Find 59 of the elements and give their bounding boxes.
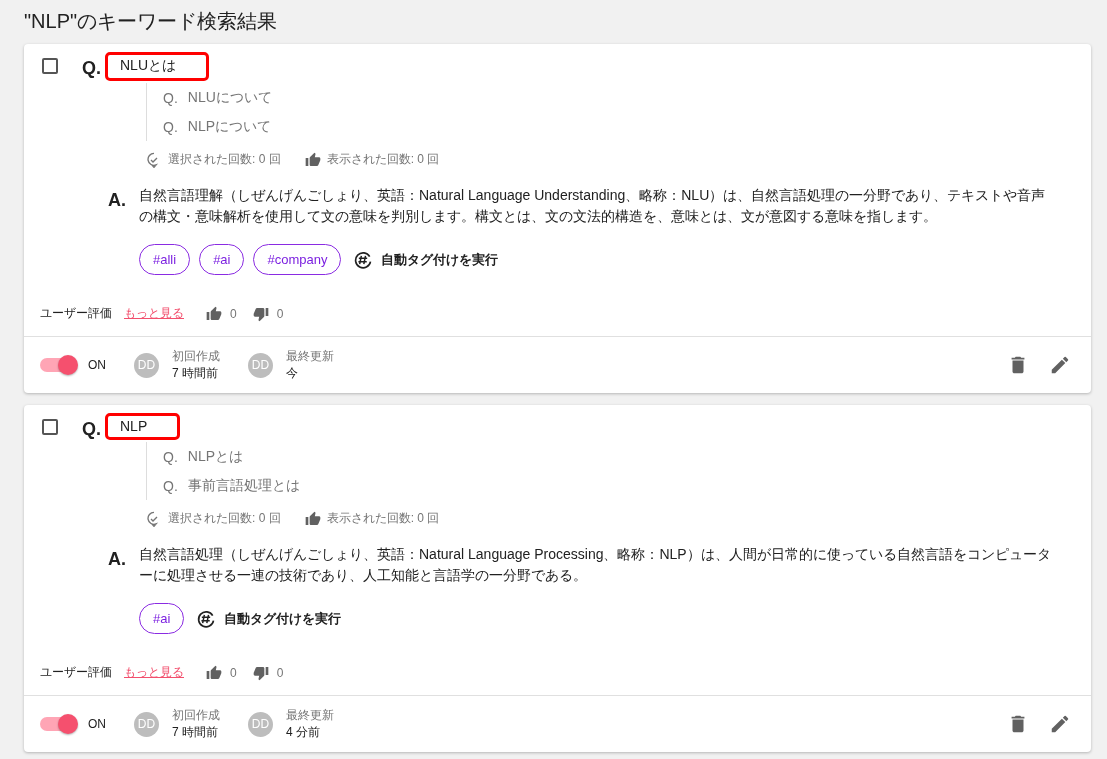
answer-text: 自然言語理解（しぜんげんごしょり、英語：Natural Language Understanding、略称：NLU）は、自然言語処理の一分野であり、テキストや音声の構文・意味解析を使用して文の意味を判別します。構文とは、文の文法的構造を、意味とは、文が意図する意味を指します。 xyxy=(139,186,1047,226)
answer-prefix: A. xyxy=(108,190,127,212)
toggle-switch[interactable] xyxy=(40,717,76,731)
question-prefix: Q. xyxy=(163,118,178,135)
thumbs-up-icon xyxy=(304,151,321,168)
page-title: "NLP"のキーワード検索結果 xyxy=(23,9,279,34)
question-prefix: Q. xyxy=(163,448,178,465)
checkbox[interactable] xyxy=(42,419,58,435)
like-count: 0 xyxy=(230,306,237,321)
dislike-count: 0 xyxy=(276,665,284,680)
avatar: DD xyxy=(134,711,159,737)
question-prefix: Q. xyxy=(82,58,102,79)
updated-time: 4 分前 xyxy=(286,724,321,741)
rating-label: ユーザー評価 xyxy=(40,664,112,681)
edit-icon[interactable] xyxy=(1049,354,1071,376)
edit-icon[interactable] xyxy=(1049,713,1071,735)
created-time: 7 時間前 xyxy=(172,724,219,741)
created-label: 初回作成 xyxy=(172,707,220,724)
alternate-question: NLPとは xyxy=(187,447,243,466)
avatar: DD xyxy=(248,711,273,737)
thumbs-up-icon[interactable] xyxy=(206,305,222,322)
checkbox[interactable] xyxy=(42,58,58,74)
answer-prefix: A. xyxy=(108,549,127,571)
thumbs-down-icon[interactable] xyxy=(252,305,269,322)
rating-label: ユーザー評価 xyxy=(40,305,112,322)
answer-text: 自然言語処理（しぜんげんごしょり、英語：Natural Language Processing、略称：NLP）は、人間が日常的に使っている自然言語をコンピューターに処理させる一連の技術であり、人工知能と言語学の一分野である。 xyxy=(139,545,1052,585)
thumbs-up-icon[interactable] xyxy=(206,664,222,681)
avatar: DD xyxy=(134,352,159,378)
thumbs-up-icon xyxy=(304,510,321,527)
toggle-label: ON xyxy=(88,358,106,372)
highlighted-question: NLP xyxy=(105,413,181,440)
shown-count: 表示された回数: 0 回 xyxy=(326,151,440,168)
thumbs-down-icon[interactable] xyxy=(252,664,269,681)
auto-tag-action[interactable]: 自動タグ付けを実行 xyxy=(381,250,499,269)
shown-count: 表示された回数: 0 回 xyxy=(326,510,440,527)
selected-count: 選択された回数: 0 回 xyxy=(168,510,281,527)
avatar: DD xyxy=(248,352,273,378)
more-link[interactable]: もっと見る xyxy=(124,305,184,322)
like-count: 0 xyxy=(230,665,237,680)
question-prefix: Q. xyxy=(82,419,102,440)
highlighted-question: NLUとは xyxy=(105,52,209,81)
selected-count: 選択された回数: 0 回 xyxy=(168,151,281,168)
updated-label: 最終更新 xyxy=(286,348,334,365)
updated-time: 今 xyxy=(286,365,299,382)
more-link[interactable]: もっと見る xyxy=(124,664,184,681)
created-time: 7 時間前 xyxy=(172,365,219,382)
toggle-switch[interactable] xyxy=(40,358,76,372)
alternate-question: NLPについて xyxy=(187,117,271,136)
updated-label: 最終更新 xyxy=(286,707,334,724)
question-prefix: Q. xyxy=(163,89,178,106)
created-label: 初回作成 xyxy=(172,348,220,365)
alternate-question: NLUについて xyxy=(187,88,272,107)
hashtag-icon xyxy=(353,249,374,270)
hashtag-icon xyxy=(196,608,217,629)
question-prefix: Q. xyxy=(163,477,178,494)
auto-tag-action[interactable]: 自動タグ付けを実行 xyxy=(224,609,342,628)
dislike-count: 0 xyxy=(276,306,284,321)
alternate-question: 事前言語処理とは xyxy=(187,476,300,495)
toggle-label: ON xyxy=(88,717,106,731)
